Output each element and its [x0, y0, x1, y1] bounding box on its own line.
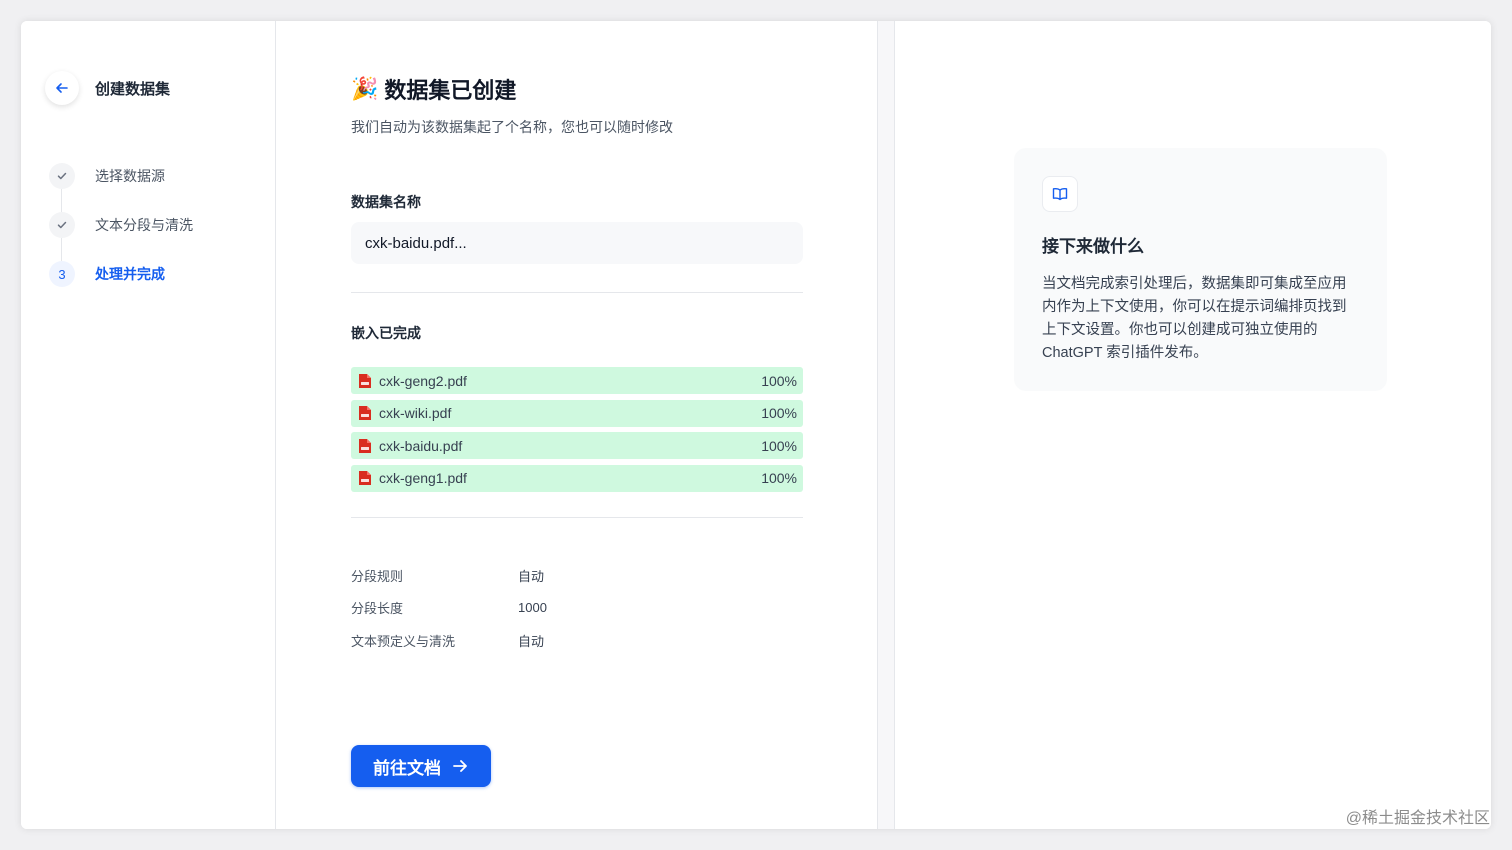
- divider: [351, 517, 803, 518]
- watermark: @稀土掘金技术社区: [1345, 810, 1490, 827]
- rule-key: 分段规则: [351, 568, 404, 584]
- book-open-icon: [1042, 176, 1078, 212]
- sidebar-title: 创建数据集: [95, 81, 171, 98]
- rule-key: 分段长度: [351, 601, 404, 617]
- step-done-badge: [49, 163, 75, 189]
- page-subtitle: 我们自动为该数据集起了个名称，您也可以随时修改: [351, 119, 673, 135]
- step-list: 选择数据源 文本分段与清洗 3 处理并完成: [49, 163, 193, 310]
- divider: [351, 292, 803, 293]
- sidebar: 创建数据集 选择数据源 文本分段与清洗 3 处理并完成: [21, 21, 276, 829]
- step-label: 处理并完成: [95, 266, 165, 282]
- rule-value: 1000: [518, 600, 547, 616]
- file-progress-row: cxk-baidu.pdf 100%: [351, 432, 803, 459]
- panel-divider: [877, 21, 895, 829]
- file-name: cxk-baidu.pdf: [379, 437, 463, 454]
- card-title: 接下来做什么: [1042, 237, 1144, 256]
- pdf-file-icon: [359, 373, 371, 388]
- file-progress-list: cxk-geng2.pdf 100% cxk-wiki.pdf 100% cxk…: [351, 367, 803, 497]
- embedding-done-label: 嵌入已完成: [351, 325, 421, 341]
- party-popper-icon: 🎉: [351, 76, 379, 101]
- card-body: 当文档完成索引处理后，数据集即可集成至应用内作为上下文使用，你可以在提示词编排页…: [1042, 276, 1347, 361]
- check-icon: [57, 172, 67, 180]
- processing-rules: 分段规则 自动 分段长度 1000 文本预定义与清洗 自动: [351, 559, 547, 657]
- back-button[interactable]: [45, 71, 79, 105]
- title-row: 🎉 数据集已创建: [351, 73, 516, 105]
- app-window: 创建数据集 选择数据源 文本分段与清洗 3 处理并完成 🎉 数据集已创建 我们自…: [21, 21, 1491, 829]
- file-progress-row: cxk-geng2.pdf 100%: [351, 367, 803, 394]
- rule-value: 自动: [518, 633, 545, 649]
- rule-key: 文本预定义与清洗: [351, 633, 456, 649]
- step-done-badge: [49, 212, 75, 238]
- check-icon: [57, 221, 67, 229]
- step-connector: [61, 189, 62, 212]
- file-progress: 100%: [761, 405, 797, 421]
- dataset-name-input[interactable]: [351, 222, 803, 264]
- next-steps-card: 接下来做什么 当文档完成索引处理后，数据集即可集成至应用内作为上下文使用，你可以…: [1014, 148, 1387, 391]
- arrow-right-icon: [453, 760, 467, 772]
- file-progress-row: cxk-geng1.pdf 100%: [351, 464, 803, 492]
- file-progress: 100%: [761, 437, 797, 454]
- dataset-name-label: 数据集名称: [351, 194, 421, 210]
- step-label: 选择数据源: [95, 168, 165, 184]
- step-connector: [61, 238, 62, 261]
- rule-row: 分段长度 1000: [351, 592, 547, 625]
- step-number-badge: 3: [49, 261, 75, 287]
- step-segment-clean: 文本分段与清洗: [49, 212, 193, 261]
- main-panel: 🎉 数据集已创建 我们自动为该数据集起了个名称，您也可以随时修改 数据集名称 嵌…: [277, 21, 877, 829]
- rule-row: 分段规则 自动: [351, 559, 547, 592]
- file-progress: 100%: [761, 470, 797, 486]
- pdf-file-icon: [359, 406, 371, 420]
- pdf-file-icon: [359, 438, 371, 453]
- file-name: cxk-wiki.pdf: [379, 405, 452, 421]
- file-name: cxk-geng2.pdf: [379, 372, 467, 389]
- pdf-file-icon: [359, 471, 371, 485]
- go-to-documents-label: 前往文档: [373, 758, 441, 778]
- step-label: 文本分段与清洗: [95, 217, 193, 233]
- arrow-left-icon: [56, 83, 68, 93]
- info-panel: 接下来做什么 当文档完成索引处理后，数据集即可集成至应用内作为上下文使用，你可以…: [895, 21, 1491, 829]
- file-progress: 100%: [761, 372, 797, 389]
- step-select-source: 选择数据源: [49, 163, 193, 212]
- rule-row: 文本预定义与清洗 自动: [351, 624, 547, 657]
- go-to-documents-button[interactable]: 前往文档: [351, 745, 491, 787]
- file-progress-row: cxk-wiki.pdf 100%: [351, 399, 803, 427]
- file-name: cxk-geng1.pdf: [379, 470, 467, 486]
- step-process-complete: 3 处理并完成: [49, 261, 193, 310]
- page-title: 数据集已创建: [384, 78, 517, 103]
- rule-value: 自动: [518, 568, 545, 584]
